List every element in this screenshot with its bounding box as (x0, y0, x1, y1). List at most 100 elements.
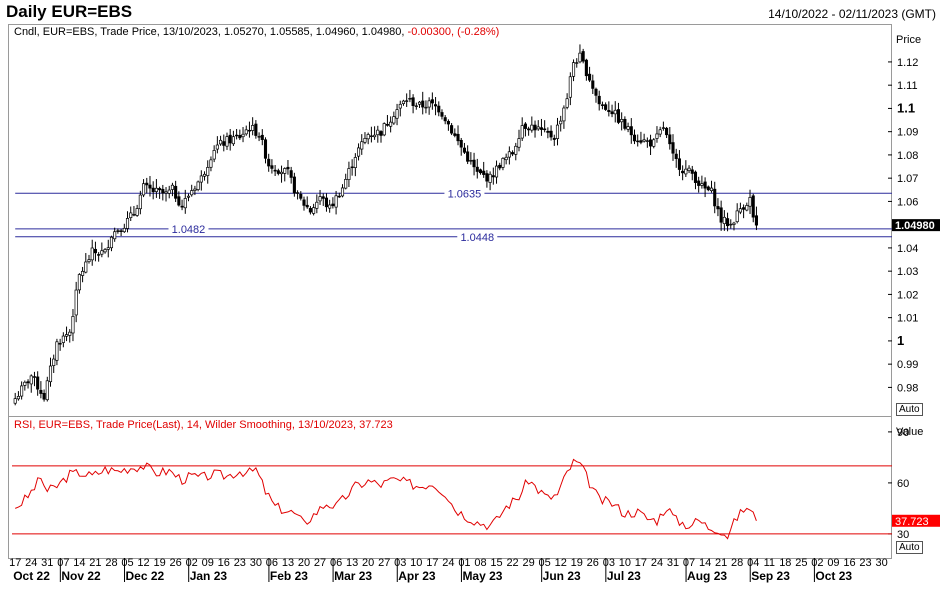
price-axis-label: 1.1 (897, 100, 915, 115)
x-axis-day-label: 02 (811, 557, 823, 569)
candle-body (616, 109, 621, 123)
x-axis-day-label: 03 (603, 557, 615, 569)
candle-body (517, 138, 521, 148)
candle-body (183, 198, 187, 209)
candle-body (39, 389, 43, 394)
price-level-label: 1.0448 (460, 232, 494, 244)
x-axis-day-label: 28 (731, 557, 743, 569)
candle-body (732, 222, 736, 225)
price-axis-label: 1.12 (897, 57, 918, 69)
candle-body (459, 139, 463, 148)
rsi-auto-button[interactable]: Auto (896, 541, 923, 554)
price-info-text: Cndl, EUR=EBS, Trade Price, 13/10/2023, … (14, 26, 405, 38)
candle-body (539, 127, 544, 130)
candle-body (100, 250, 104, 255)
candle-body (29, 375, 33, 385)
x-axis-day-label: 25 (795, 557, 807, 569)
candle-body (251, 125, 255, 131)
candle-body (196, 181, 200, 190)
candle-body (527, 128, 531, 131)
candle-body (235, 134, 239, 137)
x-axis-month-label: Jan 23 (190, 569, 228, 583)
candle-body (501, 158, 505, 168)
candle-body (318, 196, 322, 202)
x-axis-day-label: 27 (378, 557, 390, 569)
x-axis-day-label: 14 (699, 557, 711, 569)
candle-body (507, 151, 511, 158)
candle-body (340, 187, 345, 197)
candle-body (681, 170, 685, 174)
candle-body (129, 212, 133, 218)
candle-body (174, 185, 178, 199)
rsi-line (15, 458, 757, 540)
candle-body (729, 223, 733, 226)
x-axis-day-label: 19 (153, 557, 165, 569)
candle-body (610, 111, 614, 115)
chart-canvas[interactable]: 1.12 1.11 1.1 1.09 1.08 1.07 1.06 1.04 1.03 1.02 1… (0, 0, 942, 600)
candle-body (68, 331, 72, 336)
x-axis-month-label: Jul 23 (607, 569, 641, 583)
candle-body (286, 166, 290, 170)
candle-body (716, 206, 720, 210)
candle-body (562, 107, 566, 122)
candle-body (289, 170, 293, 178)
candle-body (543, 128, 547, 131)
x-axis-day-label: 16 (218, 557, 230, 569)
candle-body (411, 97, 415, 106)
x-axis-month-label: Feb 23 (270, 569, 308, 583)
candle-body (16, 396, 20, 400)
candle-body (74, 289, 78, 316)
candle-body (719, 207, 723, 223)
candle-body (209, 159, 213, 168)
candle-body (190, 190, 194, 196)
x-axis-day-label: 04 (747, 557, 759, 569)
candle-body (106, 247, 110, 250)
candle-body (427, 100, 431, 108)
x-axis-day-label: 26 (170, 557, 182, 569)
candle-body (559, 120, 563, 125)
candle-body (424, 106, 428, 109)
candle-body (530, 124, 534, 131)
candle-body (36, 376, 40, 390)
candle-body (138, 194, 142, 210)
candle-body (273, 169, 277, 172)
x-axis-day-label: 17 (9, 557, 21, 569)
price-axis-label: 1.11 (897, 80, 918, 92)
x-axis-day-label: 23 (859, 557, 871, 569)
candle-body (600, 104, 604, 106)
candle-body (697, 180, 701, 186)
candle-body (584, 59, 588, 77)
candle-body (568, 76, 572, 98)
x-axis-day-label: 19 (571, 557, 583, 569)
candle-body (613, 109, 617, 115)
rsi-last-label: 37.723 (895, 516, 929, 528)
candle-body (629, 126, 633, 136)
candle-body (401, 100, 406, 104)
candle-body (254, 123, 258, 136)
candle-body (283, 168, 287, 174)
candle-body (709, 187, 714, 192)
price-axis-label: 1 (897, 333, 904, 348)
candle-body (84, 261, 88, 273)
x-axis-day-label: 07 (683, 557, 695, 569)
candle-body (279, 171, 284, 175)
candle-body (578, 52, 582, 63)
price-change-text: -0.00300, (-0.28%) (407, 26, 500, 38)
candle-body (356, 147, 361, 157)
candle-body (90, 247, 94, 261)
candle-body (122, 227, 126, 233)
candle-body (299, 193, 303, 199)
x-axis-day-label: 09 (202, 557, 214, 569)
rsi-axis-label: 30 (897, 529, 909, 541)
candle-body (443, 117, 447, 122)
candle-body (363, 138, 367, 143)
x-axis-month-label: Apr 23 (398, 569, 436, 583)
candle-body (231, 136, 235, 145)
candle-body (334, 195, 338, 208)
candle-body (369, 135, 373, 137)
price-auto-button[interactable]: Auto (896, 403, 923, 416)
candle-body (674, 153, 678, 159)
candle-body (373, 134, 377, 138)
candle-body (186, 195, 191, 198)
candle-body (645, 140, 649, 142)
